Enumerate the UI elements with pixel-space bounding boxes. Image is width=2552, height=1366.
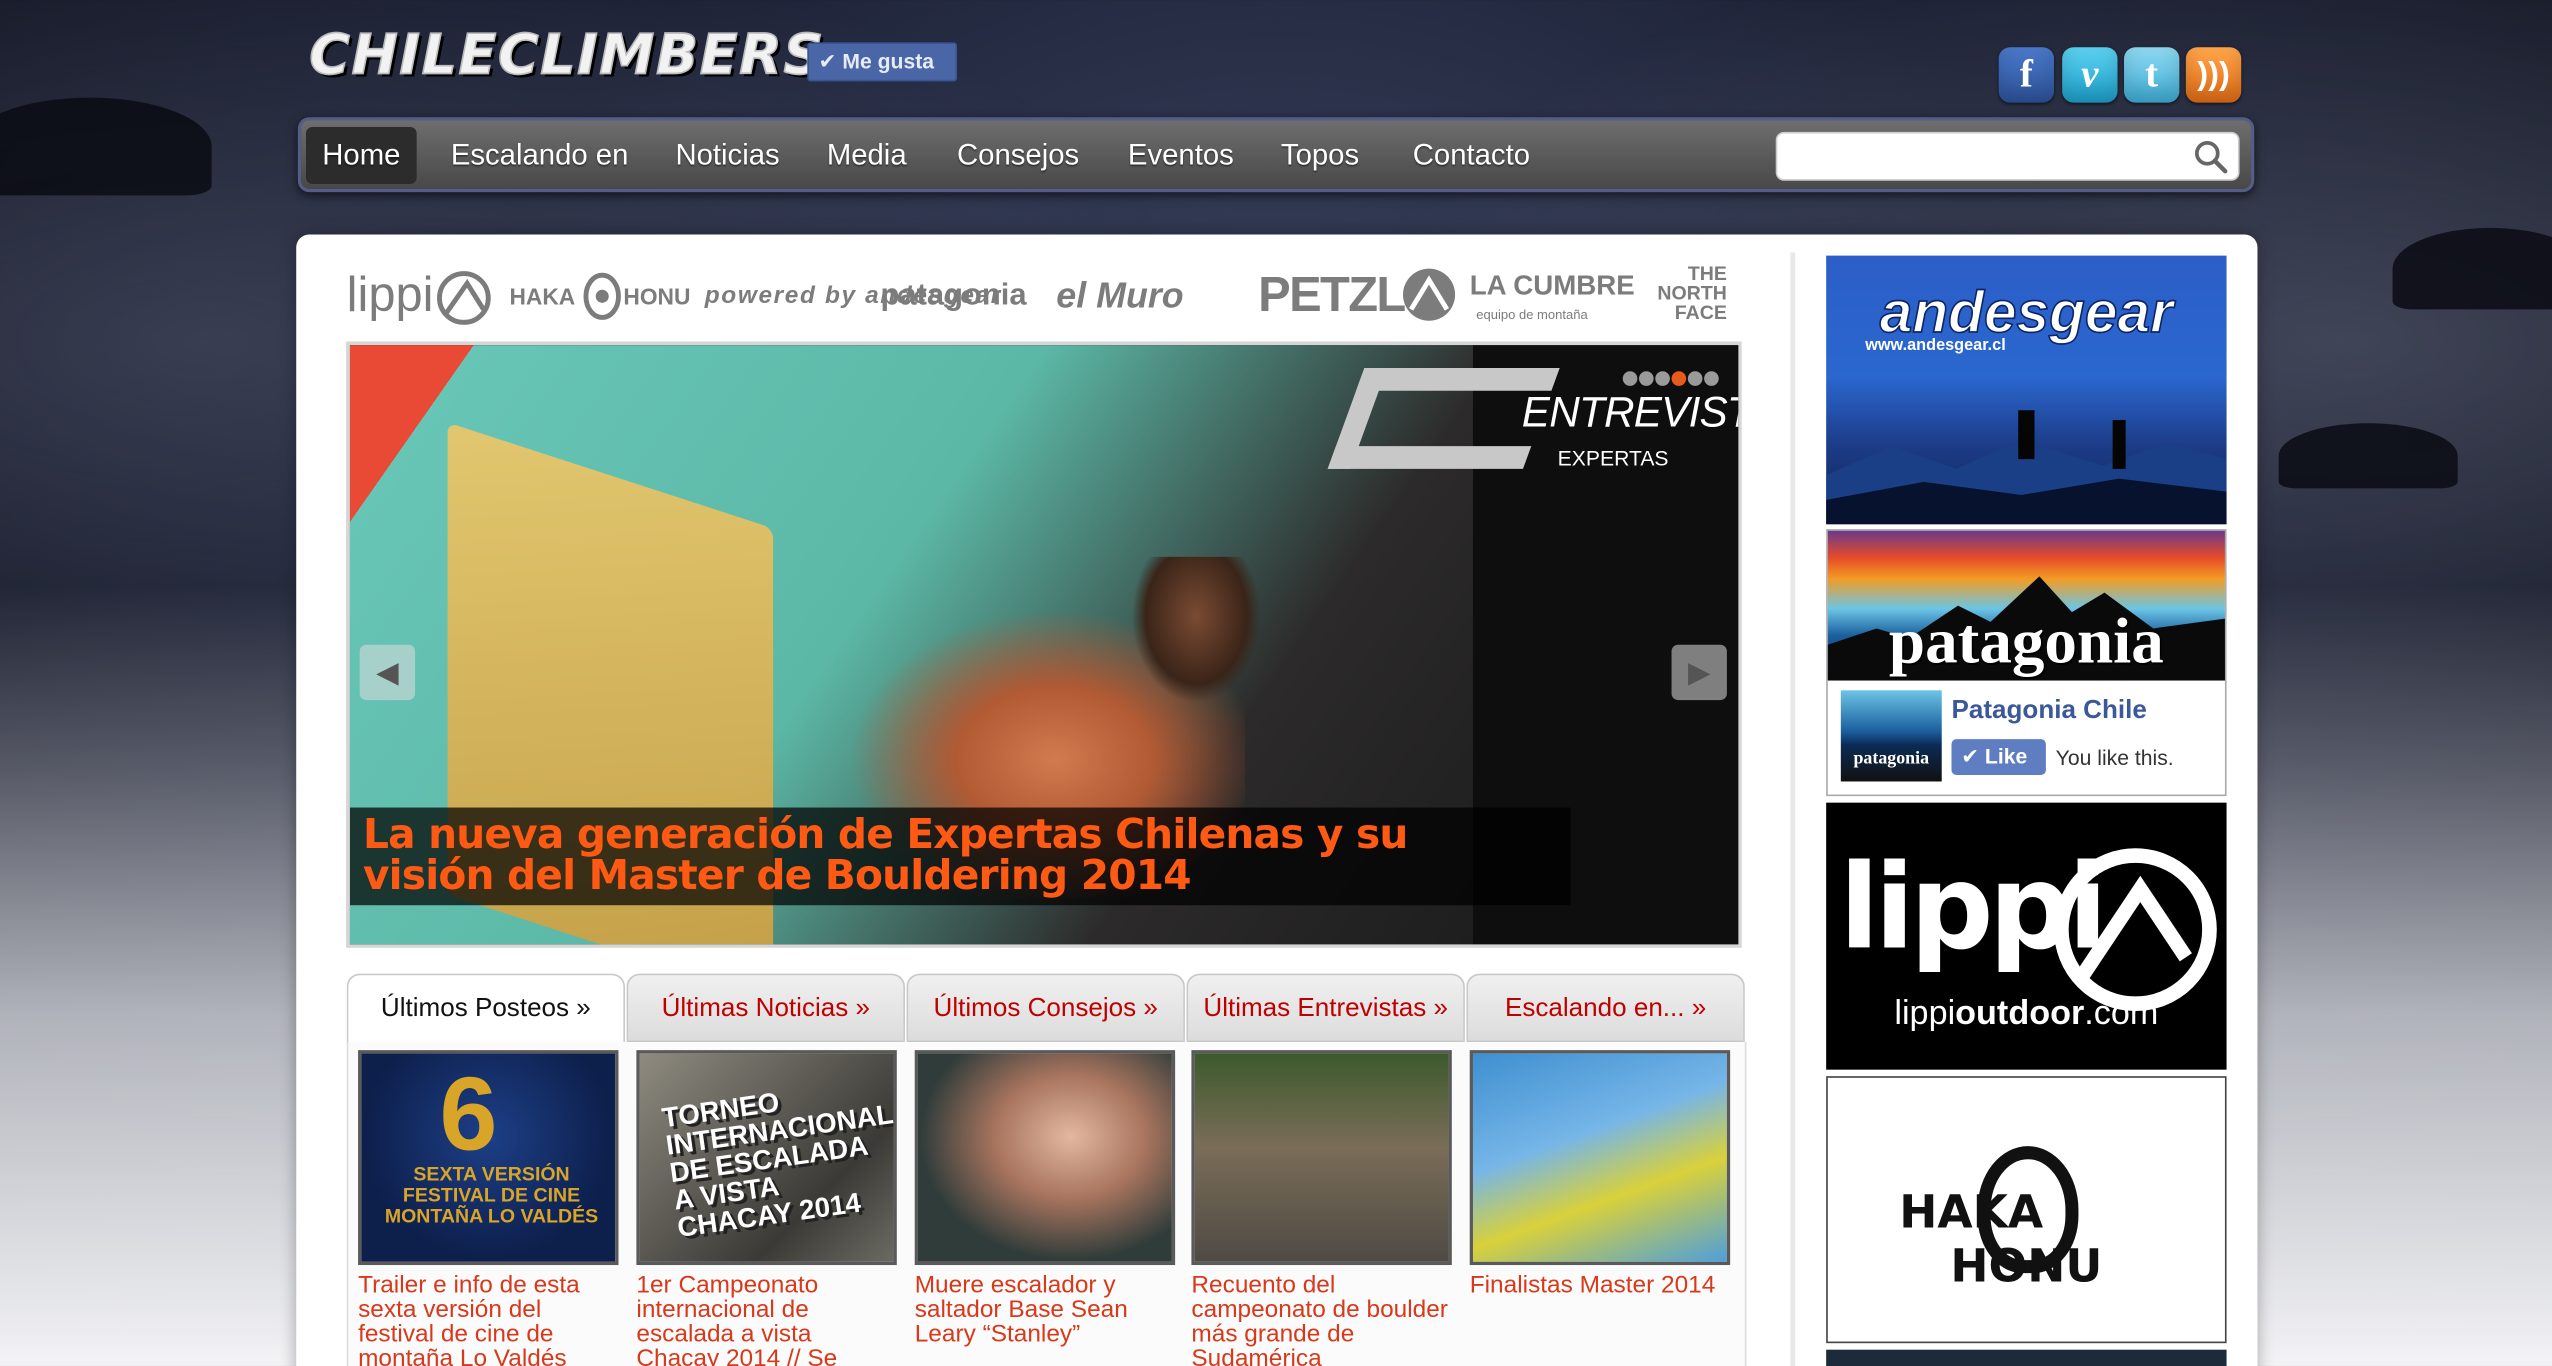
- fb-like-button[interactable]: ✔ Like: [1951, 739, 2046, 775]
- post-thumbnail[interactable]: 6 SEXTA VERSIÓN FESTIVAL DE CINE MONTAÑA…: [358, 1050, 619, 1266]
- featured-slider[interactable]: ENTREVISTA EXPERTAS ◀ ▶ La nueva generac…: [346, 341, 1742, 948]
- ad-next[interactable]: [1826, 1349, 2227, 1366]
- like-label: Me gusta: [842, 48, 935, 74]
- haka-word: HAKA: [1899, 1185, 2044, 1239]
- brand-honu[interactable]: HONU: [623, 264, 690, 329]
- brand-the-north-face[interactable]: THE NORTH FACE: [1629, 264, 1726, 323]
- post-item: Recuento del campeonato de boulder más g…: [1191, 1050, 1455, 1366]
- page: CHILECLIMBERS ✔ Me gusta f v t ))) Home …: [0, 0, 2552, 1366]
- post-item: 6 SEXTA VERSIÓN FESTIVAL DE CINE MONTAÑA…: [358, 1050, 622, 1366]
- patagonia-logo: patagonia: [1888, 604, 2164, 678]
- tab-ultimos-posteos[interactable]: Últimos Posteos »: [346, 973, 625, 1044]
- fb-like-status: You like this.: [2055, 745, 2174, 771]
- nav-item-noticias[interactable]: Noticias: [659, 127, 796, 184]
- patagonia-logo-bg: patagonia: [1827, 530, 2225, 681]
- slider-dots: [1622, 365, 1721, 386]
- turtle-icon: [583, 272, 621, 320]
- brand-la-cumbre-sub: equipo de montaña: [1476, 307, 1588, 323]
- post-item: TORNEO INTERNACIONAL DE ESCALADA A VISTA…: [636, 1050, 900, 1366]
- brand-el-muro[interactable]: el Muro: [1056, 264, 1183, 329]
- posts-tabs: Últimos Posteos » Últimas Noticias » Últ…: [346, 973, 1747, 1044]
- thumb-caption: SEXTA VERSIÓN FESTIVAL DE CINE MONTAÑA L…: [384, 1162, 599, 1228]
- honu-word: HONU: [1950, 1238, 2103, 1293]
- hikers-image: [1826, 410, 2227, 525]
- fb-like-label: Like: [1984, 744, 2028, 769]
- nav-item-eventos[interactable]: Eventos: [1112, 127, 1250, 184]
- nav-item-media[interactable]: Media: [811, 127, 923, 184]
- post-thumbnail[interactable]: TORNEO INTERNACIONAL DE ESCALADA A VISTA…: [636, 1050, 897, 1266]
- slider-dot[interactable]: [1622, 371, 1638, 386]
- tab-ultimas-entrevistas[interactable]: Últimas Entrevistas »: [1186, 973, 1465, 1042]
- tab-ultimas-noticias[interactable]: Últimas Noticias »: [626, 973, 905, 1042]
- fb-page-name[interactable]: Patagonia Chile: [1951, 697, 2146, 726]
- ad-patagonia[interactable]: patagonia patagonia Patagonia Chile ✔ Li…: [1826, 529, 2227, 797]
- twitter-icon[interactable]: t: [2124, 47, 2180, 103]
- lippi-mark-icon: [437, 271, 491, 325]
- post-title[interactable]: 1er Campeonato internacional de escalada…: [636, 1273, 900, 1366]
- haka-honu-logo: HAKA HONU: [1828, 1185, 2225, 1292]
- brand-petzl[interactable]: PETZL: [1258, 264, 1406, 329]
- brand-haka[interactable]: HAKA: [509, 264, 575, 329]
- prev-arrow-icon[interactable]: ◀: [359, 644, 416, 701]
- thumb-number: 6: [439, 1055, 498, 1173]
- rss-icon[interactable]: ))): [2185, 47, 2242, 103]
- ad-lippi[interactable]: lippi lippioutdoor.com: [1826, 802, 2227, 1070]
- nav-item-topos[interactable]: Topos: [1265, 127, 1376, 184]
- check-icon: ✔: [1961, 744, 1980, 769]
- post-item: Finalistas Master 2014: [1469, 1050, 1734, 1298]
- search-input[interactable]: [1777, 133, 2177, 180]
- slider-dot[interactable]: [1638, 371, 1654, 386]
- search-icon[interactable]: [2192, 138, 2228, 174]
- check-icon: ✔: [818, 48, 837, 74]
- slider-dot[interactable]: [1687, 371, 1703, 386]
- ad-andesgear[interactable]: andesgear www.andesgear.cl: [1826, 255, 2227, 525]
- ad-haka-honu[interactable]: HAKA HONU: [1826, 1076, 2227, 1344]
- lippi-url: lippioutdoor.com: [1826, 995, 2226, 1034]
- site-logo[interactable]: CHILECLIMBERS: [308, 22, 824, 104]
- slider-dot[interactable]: [1671, 371, 1687, 386]
- badge-title: ENTREVISTA: [1521, 387, 1738, 437]
- post-title[interactable]: Muere escalador y saltador Base Sean Lea…: [915, 1273, 1179, 1346]
- nav-item-contacto[interactable]: Contacto: [1396, 127, 1546, 184]
- patagonia-fb-thumbnail[interactable]: patagonia: [1840, 690, 1942, 782]
- slide-caption-text[interactable]: La nueva generación de Expertas Chilenas…: [363, 814, 1551, 895]
- lippi-url-prefix: lippi: [1894, 994, 1956, 1033]
- post-thumbnail[interactable]: [1191, 1050, 1452, 1266]
- facebook-like-button[interactable]: ✔ Me gusta: [807, 42, 958, 82]
- post-thumbnail[interactable]: [1469, 1050, 1731, 1266]
- background-tree: [2278, 423, 2458, 489]
- nav-item-home[interactable]: Home: [305, 126, 417, 184]
- lippi-url-suffix: .com: [2084, 994, 2159, 1033]
- post-thumbnail[interactable]: [914, 1050, 1176, 1266]
- column-divider: [1790, 252, 1796, 1366]
- vimeo-icon[interactable]: v: [2062, 47, 2118, 103]
- brand-lippi[interactable]: lippi: [347, 264, 434, 329]
- thumb-caption: TORNEO INTERNACIONAL DE ESCALADA A VISTA…: [660, 1086, 895, 1244]
- post-title[interactable]: Finalistas Master 2014: [1470, 1273, 1734, 1297]
- badge-subtitle: EXPERTAS: [1557, 446, 1669, 471]
- andesgear-url: www.andesgear.cl: [1865, 337, 2006, 355]
- lippi-mark-icon: [2054, 848, 2217, 1012]
- post-item: Muere escalador y saltador Base Sean Lea…: [914, 1050, 1179, 1346]
- brand-patagonia[interactable]: patagonia: [881, 264, 1027, 329]
- nav-item-consejos[interactable]: Consejos: [941, 127, 1096, 184]
- next-arrow-icon[interactable]: ▶: [1671, 644, 1727, 701]
- lippi-url-bold: outdoor: [1955, 994, 2085, 1033]
- climber-head-image: [1131, 556, 1262, 704]
- lippi-peak-icon: [2075, 875, 2192, 981]
- search-box: [1775, 131, 2240, 181]
- mountain-icon: [1402, 268, 1456, 321]
- fb-thumb-label: patagonia: [1853, 748, 1930, 769]
- slider-dot[interactable]: [1655, 371, 1670, 386]
- tab-escalando-en[interactable]: Escalando en... »: [1466, 973, 1745, 1042]
- main-nav: Home Escalando en Noticias Media Consejo…: [297, 117, 2255, 193]
- post-title[interactable]: Trailer e info de esta sexta versión del…: [358, 1273, 622, 1366]
- nav-item-escalando-en[interactable]: Escalando en: [435, 127, 645, 184]
- tab-ultimos-consejos[interactable]: Últimos Consejos »: [906, 973, 1185, 1042]
- slide-caption: La nueva generación de Expertas Chilenas…: [349, 807, 1571, 906]
- slider-dot[interactable]: [1704, 371, 1719, 386]
- post-title[interactable]: Recuento del campeonato de boulder más g…: [1191, 1273, 1455, 1366]
- sponsor-strip: lippi HAKA HONU powered by andesgear pat…: [347, 257, 1743, 335]
- facebook-icon[interactable]: f: [1998, 47, 2055, 103]
